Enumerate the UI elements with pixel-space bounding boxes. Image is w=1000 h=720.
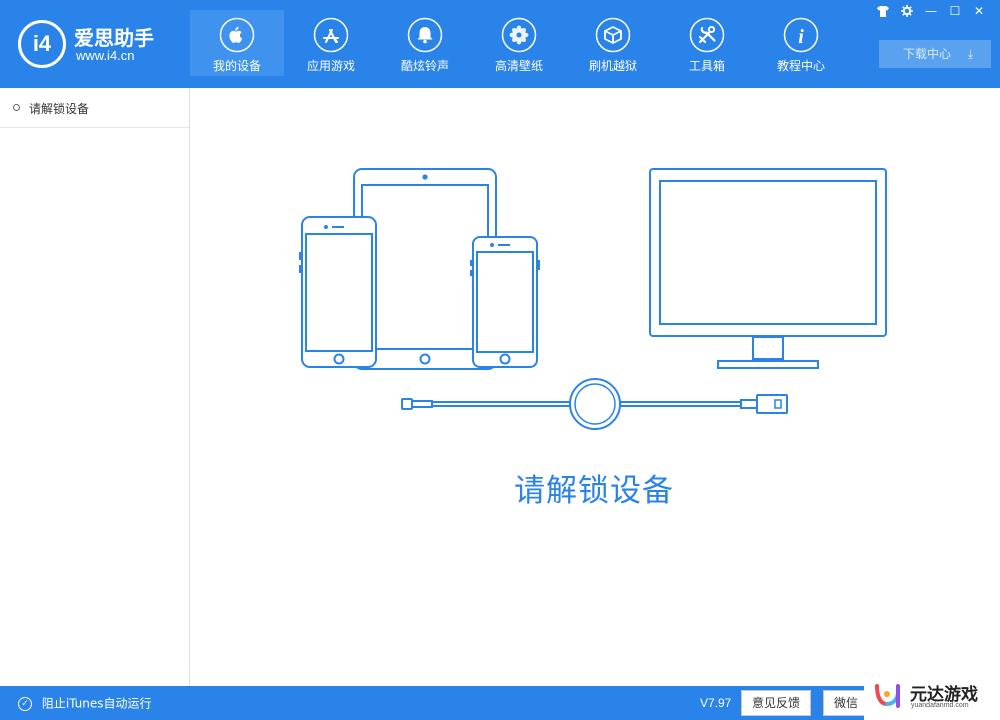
nav-label: 教程中心: [776, 59, 825, 73]
nav-label: 高清壁纸: [494, 59, 543, 73]
iphone-icon: [299, 216, 377, 368]
watermark: 元达游戏 yuandafanmd.com: [864, 676, 1000, 720]
close-icon[interactable]: ✕: [968, 2, 990, 20]
maximize-icon[interactable]: ☐: [944, 2, 966, 20]
download-icon: ⤓: [967, 47, 973, 61]
window-controls: — ☐ ✕: [872, 2, 990, 20]
sidebar-item-label: 请解锁设备: [29, 102, 90, 116]
status-bar: ✓ 阻止iTunes自动运行 V7.97 意见反馈 微信 元达游戏 yuanda…: [0, 676, 1000, 720]
circle-bullet-icon: [13, 104, 20, 111]
logo-mark: i4: [18, 20, 66, 68]
minimize-icon[interactable]: —: [920, 2, 942, 20]
nav-label: 酷炫铃声: [400, 59, 449, 73]
sidebar: 请解锁设备: [0, 88, 190, 686]
tools-icon: [689, 17, 725, 53]
apple-icon: [219, 17, 255, 53]
info-icon: i: [783, 17, 819, 53]
nav-label: 工具箱: [688, 59, 725, 73]
sidebar-item-unlock-device[interactable]: 请解锁设备: [0, 88, 189, 128]
monitor-icon: [649, 168, 887, 369]
nav-toolbox[interactable]: 工具箱: [660, 10, 754, 76]
app-url: www.i4.cn: [76, 48, 135, 63]
nav-label: 应用游戏: [306, 59, 355, 73]
download-center-button[interactable]: 下载中心 ⤓: [879, 40, 991, 68]
app-name: 爱思助手: [74, 26, 154, 50]
nav-wallpapers[interactable]: 高清壁纸: [472, 10, 566, 76]
main-content: 请解锁设备: [191, 88, 1000, 686]
bell-icon: [407, 17, 443, 53]
svg-text:i: i: [798, 26, 804, 48]
nav-my-device[interactable]: 我的设备: [190, 10, 284, 76]
nav-label: 我的设备: [212, 59, 261, 73]
version-label: V7.97: [700, 696, 732, 710]
app-store-icon: [313, 17, 349, 53]
feedback-button[interactable]: 意见反馈: [741, 690, 811, 716]
iphone-small-icon: [470, 236, 540, 368]
check-circle-icon: ✓: [18, 696, 32, 711]
gear-icon[interactable]: [896, 2, 918, 20]
unlock-device-message: 请解锁设备: [514, 473, 674, 509]
watermark-subtitle: yuandafanmd.com: [911, 702, 969, 709]
nav-label: 刷机越狱: [588, 59, 637, 73]
nav-apps-games[interactable]: 应用游戏: [284, 10, 378, 76]
usb-cable-icon: [401, 378, 788, 430]
box-icon: [595, 17, 631, 53]
nav-tutorials[interactable]: i 教程中心: [754, 10, 848, 76]
nav-ringtones[interactable]: 酷炫铃声: [378, 10, 472, 76]
top-bar: i4 爱思助手 www.i4.cn 我的设备 应用游戏 酷炫铃声 高清壁纸 刷机…: [0, 0, 1000, 88]
block-itunes-toggle[interactable]: ✓ 阻止iTunes自动运行: [18, 686, 152, 720]
devices-illustration: [299, 168, 887, 430]
yd-logo-icon: [875, 684, 900, 708]
nav-flash-jailbreak[interactable]: 刷机越狱: [566, 10, 660, 76]
shirt-icon[interactable]: [872, 2, 894, 20]
app-logo[interactable]: i4 爱思助手 www.i4.cn: [18, 20, 178, 68]
block-itunes-label: 阻止iTunes自动运行: [41, 696, 152, 711]
flower-icon: [501, 17, 537, 53]
download-center-label: 下载中心: [903, 47, 952, 61]
main-nav: 我的设备 应用游戏 酷炫铃声 高清壁纸 刷机越狱 工具箱 i 教程中心: [190, 10, 848, 76]
